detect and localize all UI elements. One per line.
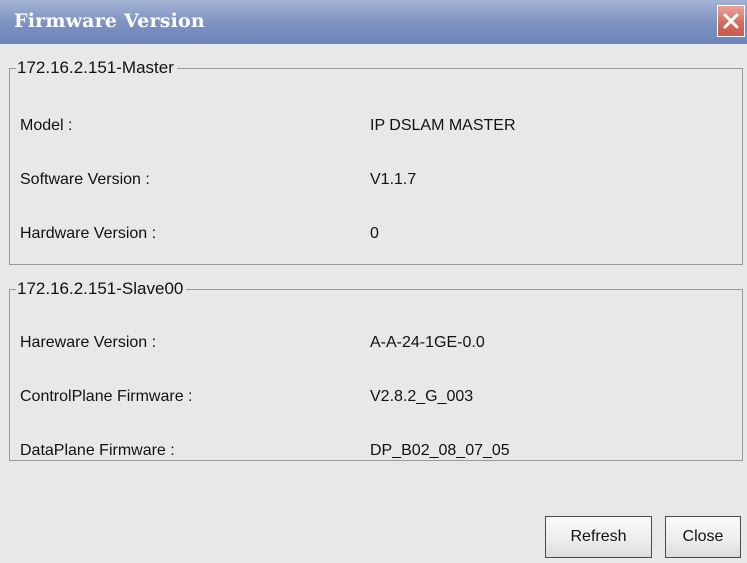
model-value: IP DSLAM MASTER	[370, 117, 516, 134]
master-group: 172.16.2.151-Master Model : IP DSLAM MAS…	[9, 57, 743, 265]
software-version-label: Software Version :	[20, 171, 150, 188]
slave-hardware-version-value: A-A-24-1GE-0.0	[370, 334, 485, 351]
hardware-version-label: Hardware Version :	[20, 225, 157, 242]
title-bar[interactable]: Firmware Version	[0, 0, 747, 44]
slave-group-legend: 172.16.2.151-Slave00	[16, 278, 187, 300]
dataplane-firmware-value: DP_B02_08_07_05	[370, 442, 510, 459]
close-button[interactable]: Close	[665, 516, 741, 558]
firmware-version-dialog: Firmware Version 172.16.2.151-Master Mod…	[0, 0, 747, 563]
refresh-button[interactable]: Refresh	[545, 516, 652, 558]
dataplane-firmware-label: DataPlane Firmware :	[20, 442, 175, 459]
close-icon	[723, 13, 739, 29]
model-label: Model :	[20, 117, 73, 134]
hardware-version-value: 0	[370, 225, 379, 242]
master-group-legend: 172.16.2.151-Master	[16, 57, 177, 79]
close-window-button[interactable]	[717, 5, 745, 37]
software-version-value: V1.1.7	[370, 171, 417, 188]
slave-hardware-version-label: Hareware Version :	[20, 334, 157, 351]
controlplane-firmware-label: ControlPlane Firmware :	[20, 388, 193, 405]
slave-group: 172.16.2.151-Slave00 Hareware Version : …	[9, 278, 743, 461]
window-title: Firmware Version	[14, 10, 205, 32]
controlplane-firmware-value: V2.8.2_G_003	[370, 388, 474, 405]
